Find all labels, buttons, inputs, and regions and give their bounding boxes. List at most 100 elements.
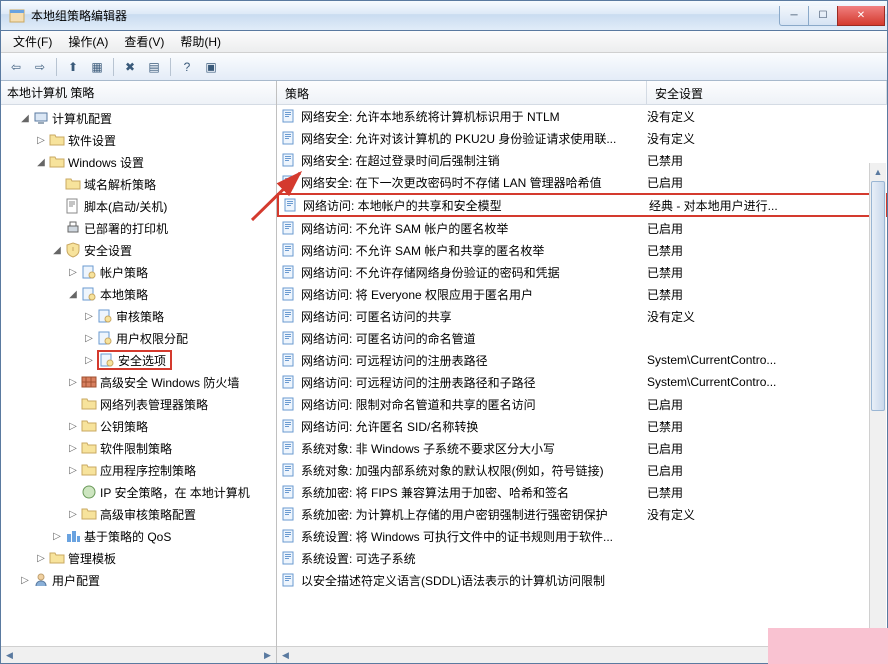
tree-item[interactable]: ▷用户权限分配 <box>1 327 276 349</box>
properties-button[interactable]: ▤ <box>143 56 165 78</box>
policy-setting: System\CurrentContro... <box>647 353 887 367</box>
policy-row[interactable]: 网络安全: 在下一次更改密码时不存储 LAN 管理器哈希值已启用 <box>277 171 887 193</box>
policy-row[interactable]: 网络安全: 允许对该计算机的 PKU2U 身份验证请求使用联...没有定义 <box>277 127 887 149</box>
policy-row[interactable]: 网络访问: 可远程访问的注册表路径和子路径System\CurrentContr… <box>277 371 887 393</box>
list-vscrollbar[interactable]: ▲ ▼ <box>869 163 886 639</box>
expand-icon[interactable]: ▷ <box>33 553 49 564</box>
tree-item[interactable]: ▷ 高级审核策略配置 <box>1 503 276 525</box>
policy-row[interactable]: 以安全描述符定义语言(SDDL)语法表示的计算机访问限制 <box>277 569 887 591</box>
scroll-thumb[interactable] <box>871 181 885 411</box>
policy-row[interactable]: 网络访问: 不允许存储网络身份验证的密码和凭据已禁用 <box>277 261 887 283</box>
expand-icon[interactable]: ▷ <box>65 509 81 520</box>
expand-icon[interactable]: ▷ <box>81 355 97 366</box>
policy-row[interactable]: 网络访问: 可匿名访问的共享没有定义 <box>277 305 887 327</box>
policy-row[interactable]: 系统加密: 为计算机上存储的用户密钥强制进行强密钥保护没有定义 <box>277 503 887 525</box>
tree-item[interactable]: ▷高级安全 Windows 防火墙 <box>1 371 276 393</box>
menu-view[interactable]: 查看(V) <box>116 31 172 52</box>
tree-item[interactable]: 脚本(启动/关机) <box>1 195 276 217</box>
policy-row[interactable]: 系统对象: 加强内部系统对象的默认权限(例如，符号链接)已启用 <box>277 459 887 481</box>
folder-icon <box>81 440 97 456</box>
scroll-right-icon[interactable]: ▶ <box>259 647 276 663</box>
tree-header: 本地计算机 策略 <box>1 81 276 105</box>
policy-row[interactable]: 网络安全: 在超过登录时间后强制注销已禁用 <box>277 149 887 171</box>
policy-row[interactable]: 网络访问: 限制对命名管道和共享的匿名访问已启用 <box>277 393 887 415</box>
policy-row[interactable]: 网络访问: 可远程访问的注册表路径System\CurrentContro... <box>277 349 887 371</box>
tree-item[interactable]: 已部署的打印机 <box>1 217 276 239</box>
delete-button[interactable]: ✖ <box>119 56 141 78</box>
tree-item-label: 高级审核策略配置 <box>100 506 196 523</box>
tree-item[interactable]: ▷软件设置 <box>1 129 276 151</box>
tree-body[interactable]: ◢ 计算机配置 ▷软件设置◢Windows 设置域名解析策略脚本(启动/关机)已… <box>1 105 276 663</box>
tree-item[interactable]: ◢Windows 设置 <box>1 151 276 173</box>
folder-icon <box>65 176 81 192</box>
up-button[interactable]: ⬆ <box>62 56 84 78</box>
help-button[interactable]: ? <box>176 56 198 78</box>
policy-row[interactable]: 网络访问: 可匿名访问的命名管道 <box>277 327 887 349</box>
tree-item[interactable]: 域名解析策略 <box>1 173 276 195</box>
policy-row[interactable]: 系统设置: 可选子系统 <box>277 547 887 569</box>
titlebar[interactable]: 本地组策略编辑器 ─ ☐ ✕ <box>1 1 887 31</box>
policy-setting: 已启用 <box>647 220 887 237</box>
maximize-button[interactable]: ☐ <box>808 6 838 26</box>
back-button[interactable]: ⇦ <box>5 56 27 78</box>
expand-icon[interactable]: ▷ <box>65 465 81 476</box>
forward-button[interactable]: ⇨ <box>29 56 51 78</box>
tree-item-label: 本地策略 <box>100 286 148 303</box>
list-body[interactable]: 网络安全: 允许本地系统将计算机标识用于 NTLM没有定义网络安全: 允许对该计… <box>277 105 887 663</box>
printer-icon <box>65 220 81 236</box>
scroll-left-icon[interactable]: ◀ <box>1 647 18 663</box>
expand-icon[interactable]: ◢ <box>65 289 81 300</box>
tree-item[interactable]: ◢安全设置 <box>1 239 276 261</box>
tree-item[interactable]: ▷ 基于策略的 QoS <box>1 525 276 547</box>
close-button[interactable]: ✕ <box>837 6 885 26</box>
tree-item[interactable]: ▷公钥策略 <box>1 415 276 437</box>
policy-row[interactable]: 网络访问: 不允许 SAM 帐户的匿名枚举已启用 <box>277 217 887 239</box>
policy-row[interactable]: 网络访问: 将 Everyone 权限应用于匿名用户已禁用 <box>277 283 887 305</box>
column-setting[interactable]: 安全设置 <box>647 81 887 104</box>
tree-item[interactable]: ▷软件限制策略 <box>1 437 276 459</box>
tree-item[interactable]: ◢ 本地策略 <box>1 283 276 305</box>
tree-item[interactable]: 网络列表管理器策略 <box>1 393 276 415</box>
tree-item-label: 安全选项 <box>118 352 166 369</box>
tree-item[interactable]: ▷管理模板 <box>1 547 276 569</box>
policy-row[interactable]: 系统对象: 非 Windows 子系统不要求区分大小写已启用 <box>277 437 887 459</box>
scroll-left-icon[interactable]: ◀ <box>277 647 294 663</box>
tree-item[interactable]: IP 安全策略，在 本地计算机 <box>1 481 276 503</box>
policy-row[interactable]: 网络访问: 不允许 SAM 帐户和共享的匿名枚举已禁用 <box>277 239 887 261</box>
tree-root[interactable]: ◢ 计算机配置 <box>1 107 276 129</box>
expand-icon[interactable]: ▷ <box>17 575 33 586</box>
menu-action[interactable]: 操作(A) <box>60 31 116 52</box>
show-hide-tree-button[interactable]: ▦ <box>86 56 108 78</box>
policy-icon <box>281 264 297 280</box>
tree-item[interactable]: ▷应用程序控制策略 <box>1 459 276 481</box>
tree-item[interactable]: ▷审核策略 <box>1 305 276 327</box>
tree-item-label: 基于策略的 QoS <box>84 528 171 545</box>
scroll-up-icon[interactable]: ▲ <box>870 163 886 180</box>
tree-item[interactable]: ▷用户配置 <box>1 569 276 591</box>
policy-row[interactable]: 网络访问: 本地帐户的共享和安全模型经典 - 对本地用户进行... <box>277 193 887 217</box>
expand-icon[interactable]: ▷ <box>49 531 65 542</box>
tree-item-label: IP 安全策略，在 本地计算机 <box>100 484 250 501</box>
expand-icon[interactable]: ▷ <box>81 333 97 344</box>
tree-item[interactable]: ▷帐户策略 <box>1 261 276 283</box>
expand-icon[interactable]: ◢ <box>17 113 33 124</box>
policy-row[interactable]: 网络安全: 允许本地系统将计算机标识用于 NTLM没有定义 <box>277 105 887 127</box>
menu-file[interactable]: 文件(F) <box>5 31 60 52</box>
policy-row[interactable]: 网络访问: 允许匿名 SID/名称转换已禁用 <box>277 415 887 437</box>
expand-icon[interactable]: ▷ <box>65 377 81 388</box>
expand-icon[interactable]: ◢ <box>33 157 49 168</box>
column-policy[interactable]: 策略 <box>277 81 647 104</box>
tree-hscrollbar[interactable]: ◀ ▶ <box>1 646 276 663</box>
expand-icon[interactable]: ▷ <box>65 421 81 432</box>
policy-row[interactable]: 系统设置: 将 Windows 可执行文件中的证书规则用于软件... <box>277 525 887 547</box>
refresh-button[interactable]: ▣ <box>200 56 222 78</box>
expand-icon[interactable]: ▷ <box>33 135 49 146</box>
expand-icon[interactable]: ◢ <box>49 245 65 256</box>
minimize-button[interactable]: ─ <box>779 6 809 26</box>
expand-icon[interactable]: ▷ <box>81 311 97 322</box>
expand-icon[interactable]: ▷ <box>65 267 81 278</box>
expand-icon[interactable]: ▷ <box>65 443 81 454</box>
menu-help[interactable]: 帮助(H) <box>172 31 229 52</box>
policy-row[interactable]: 系统加密: 将 FIPS 兼容算法用于加密、哈希和签名已禁用 <box>277 481 887 503</box>
tree-item[interactable]: ▷ 安全选项 <box>1 349 276 371</box>
